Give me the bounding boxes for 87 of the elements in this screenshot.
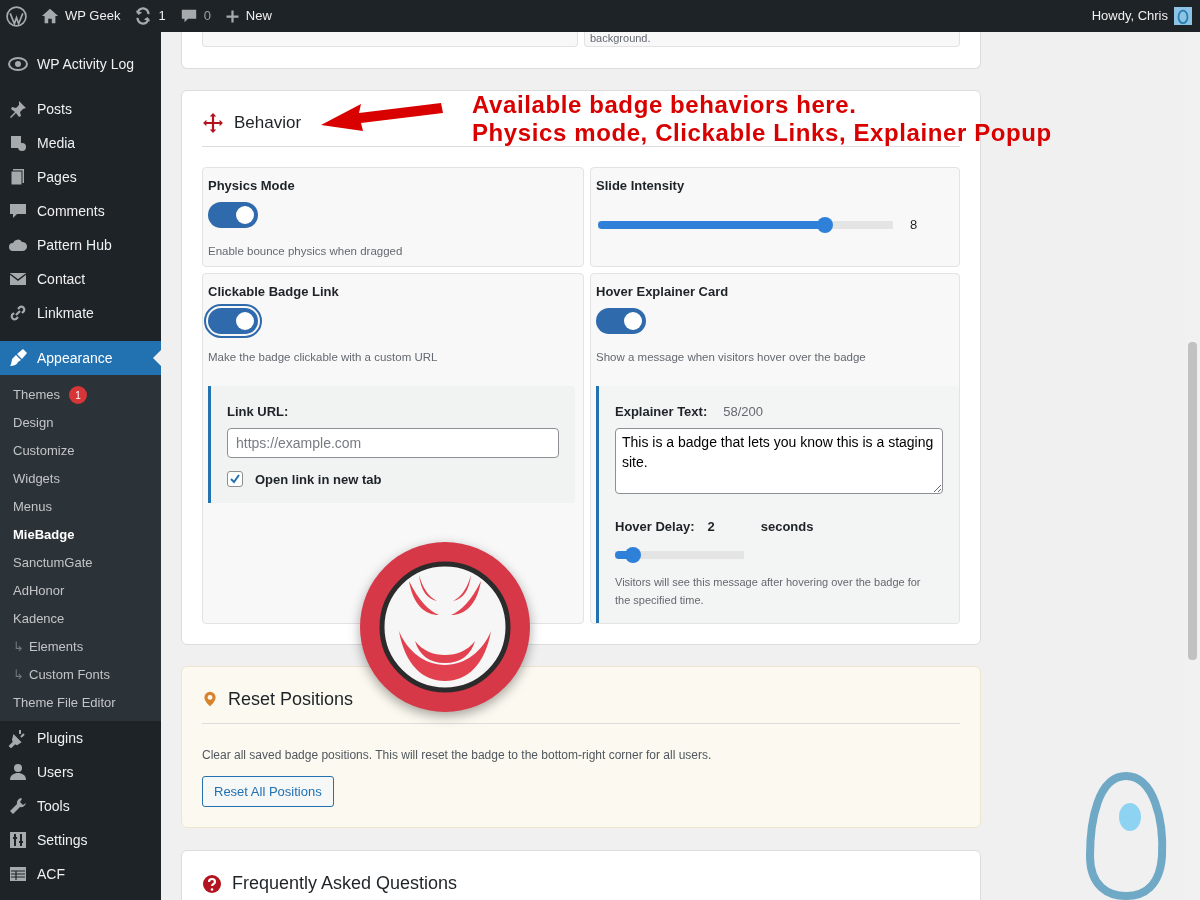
toggle-switch[interactable] — [596, 308, 646, 335]
update-count: 1 — [158, 7, 166, 26]
menu-item[interactable]: Pages — [0, 160, 161, 194]
checkbox-label: Open link in new tab — [255, 470, 382, 489]
submenu-item[interactable]: Design — [0, 409, 161, 437]
link-icon — [8, 303, 28, 323]
pushpin-icon — [8, 99, 28, 119]
section-title: Reset Positions — [228, 687, 354, 711]
reset-button[interactable]: Reset All Positions — [202, 775, 334, 807]
submenu-item[interactable]: Theme File Editor — [0, 689, 161, 717]
menu-item[interactable]: Plugins — [0, 721, 161, 755]
field-label: Link URL: — [227, 403, 290, 421]
help-icon — [202, 873, 222, 894]
explainer-textarea[interactable]: This is a badge that lets you know this is a staging site. — [615, 427, 943, 494]
site-link[interactable]: WP Geek — [41, 6, 121, 26]
setting-label: Clickable Badge Link — [208, 282, 340, 301]
submenu-item[interactable]: ↳ Elements — [0, 633, 161, 661]
section-title: Behavior — [234, 112, 302, 134]
slider-thumb[interactable] — [817, 216, 834, 233]
greeting: Howdy, Chris — [1091, 7, 1168, 26]
badge-logo-drawing[interactable] — [359, 541, 531, 713]
menu-item[interactable]: Posts — [0, 92, 161, 126]
delay-unit: seconds — [760, 518, 814, 536]
settings-icon — [8, 830, 28, 850]
section-title: Frequently Asked Questions — [232, 872, 458, 895]
submenu-item[interactable]: Themes 1 — [0, 381, 161, 409]
submenu-item[interactable]: Menus — [0, 493, 161, 521]
setting-description: background. — [590, 32, 651, 44]
table-icon — [8, 864, 28, 884]
menu-item[interactable]: Pattern Hub — [0, 228, 161, 262]
setting-label: Slide Intensity — [596, 176, 686, 195]
menu-item[interactable]: WP Activity Log — [0, 47, 161, 81]
menu-item[interactable]: Appearance — [0, 341, 161, 375]
setting-help: Make the badge clickable with a custom URL — [208, 349, 439, 365]
url-field[interactable]: https://example.com — [227, 427, 559, 458]
account-link[interactable]: Howdy, Chris — [1091, 6, 1192, 26]
setting-help: Show a message when visitors hover over the badge — [596, 349, 867, 365]
setting-help: Visitors will see this message after hovering over the badge for the specified time. — [615, 574, 922, 608]
user-icon — [8, 762, 28, 782]
paintbrush-icon — [8, 348, 28, 368]
submenu-item[interactable]: MieBadge — [0, 521, 161, 549]
submenu-item[interactable]: Customize — [0, 437, 161, 465]
slider-thumb[interactable] — [625, 546, 642, 563]
location-pin-icon — [202, 689, 218, 709]
refresh-icon — [134, 7, 153, 25]
home-icon — [41, 7, 59, 25]
setting-label: Physics Mode — [208, 176, 296, 195]
menu-item[interactable]: Users — [0, 755, 161, 789]
move-icon — [202, 111, 224, 134]
field-label: Explainer Text: — [615, 403, 708, 421]
comment-icon — [8, 201, 28, 221]
menu-item[interactable]: Linkmate — [0, 296, 161, 330]
menu-item[interactable]: Comments — [0, 194, 161, 228]
submenu-item[interactable]: ↳ Custom Fonts — [0, 661, 161, 689]
media-icon — [8, 133, 28, 153]
setting-help: Enable bounce physics when dragged — [208, 243, 404, 259]
updates-link[interactable]: 1 — [134, 6, 166, 26]
setting-label: Hover Explainer Card — [596, 282, 730, 301]
menu-item[interactable]: Tools — [0, 789, 161, 823]
menu-item[interactable]: Media — [0, 126, 161, 160]
eye-icon — [8, 54, 28, 74]
submenu-item[interactable]: AdHonor — [0, 577, 161, 605]
annotation-text: Available badge behaviors here. Physics mode, Clickable Links, Explainer Popup — [472, 91, 1052, 147]
comments-link[interactable]: 0 — [179, 6, 211, 26]
menu-item[interactable]: Settings — [0, 823, 161, 857]
menu-item[interactable]: ACF — [0, 857, 161, 891]
avatar-icon — [1174, 7, 1192, 25]
slider-value: 8 — [910, 216, 918, 234]
new-label: New — [245, 7, 272, 26]
toggle-switch[interactable] — [208, 202, 258, 228]
plus-icon — [224, 8, 240, 24]
plug-icon — [8, 728, 28, 748]
submenu-item[interactable]: SanctumGate — [0, 549, 161, 577]
delay-value: 2 — [707, 518, 715, 536]
character-counter: 58/200 — [723, 403, 763, 421]
checkbox[interactable] — [227, 471, 243, 488]
site-name: WP Geek — [65, 7, 121, 26]
update-badge: 1 — [68, 386, 87, 404]
wordpress-logo-icon[interactable] — [6, 5, 27, 27]
comment-count: 0 — [203, 7, 211, 26]
section-description: Clear all saved badge positions. This will reset the badge to the bottom-right corner for all users. — [202, 746, 713, 764]
menu-item[interactable]: Contact — [0, 262, 161, 296]
field-label: Hover Delay: — [615, 518, 695, 536]
submenu-item[interactable]: Widgets — [0, 465, 161, 493]
wrench-icon — [8, 796, 28, 816]
new-link[interactable]: New — [224, 6, 272, 26]
submenu-item[interactable]: Kadence — [0, 605, 161, 633]
